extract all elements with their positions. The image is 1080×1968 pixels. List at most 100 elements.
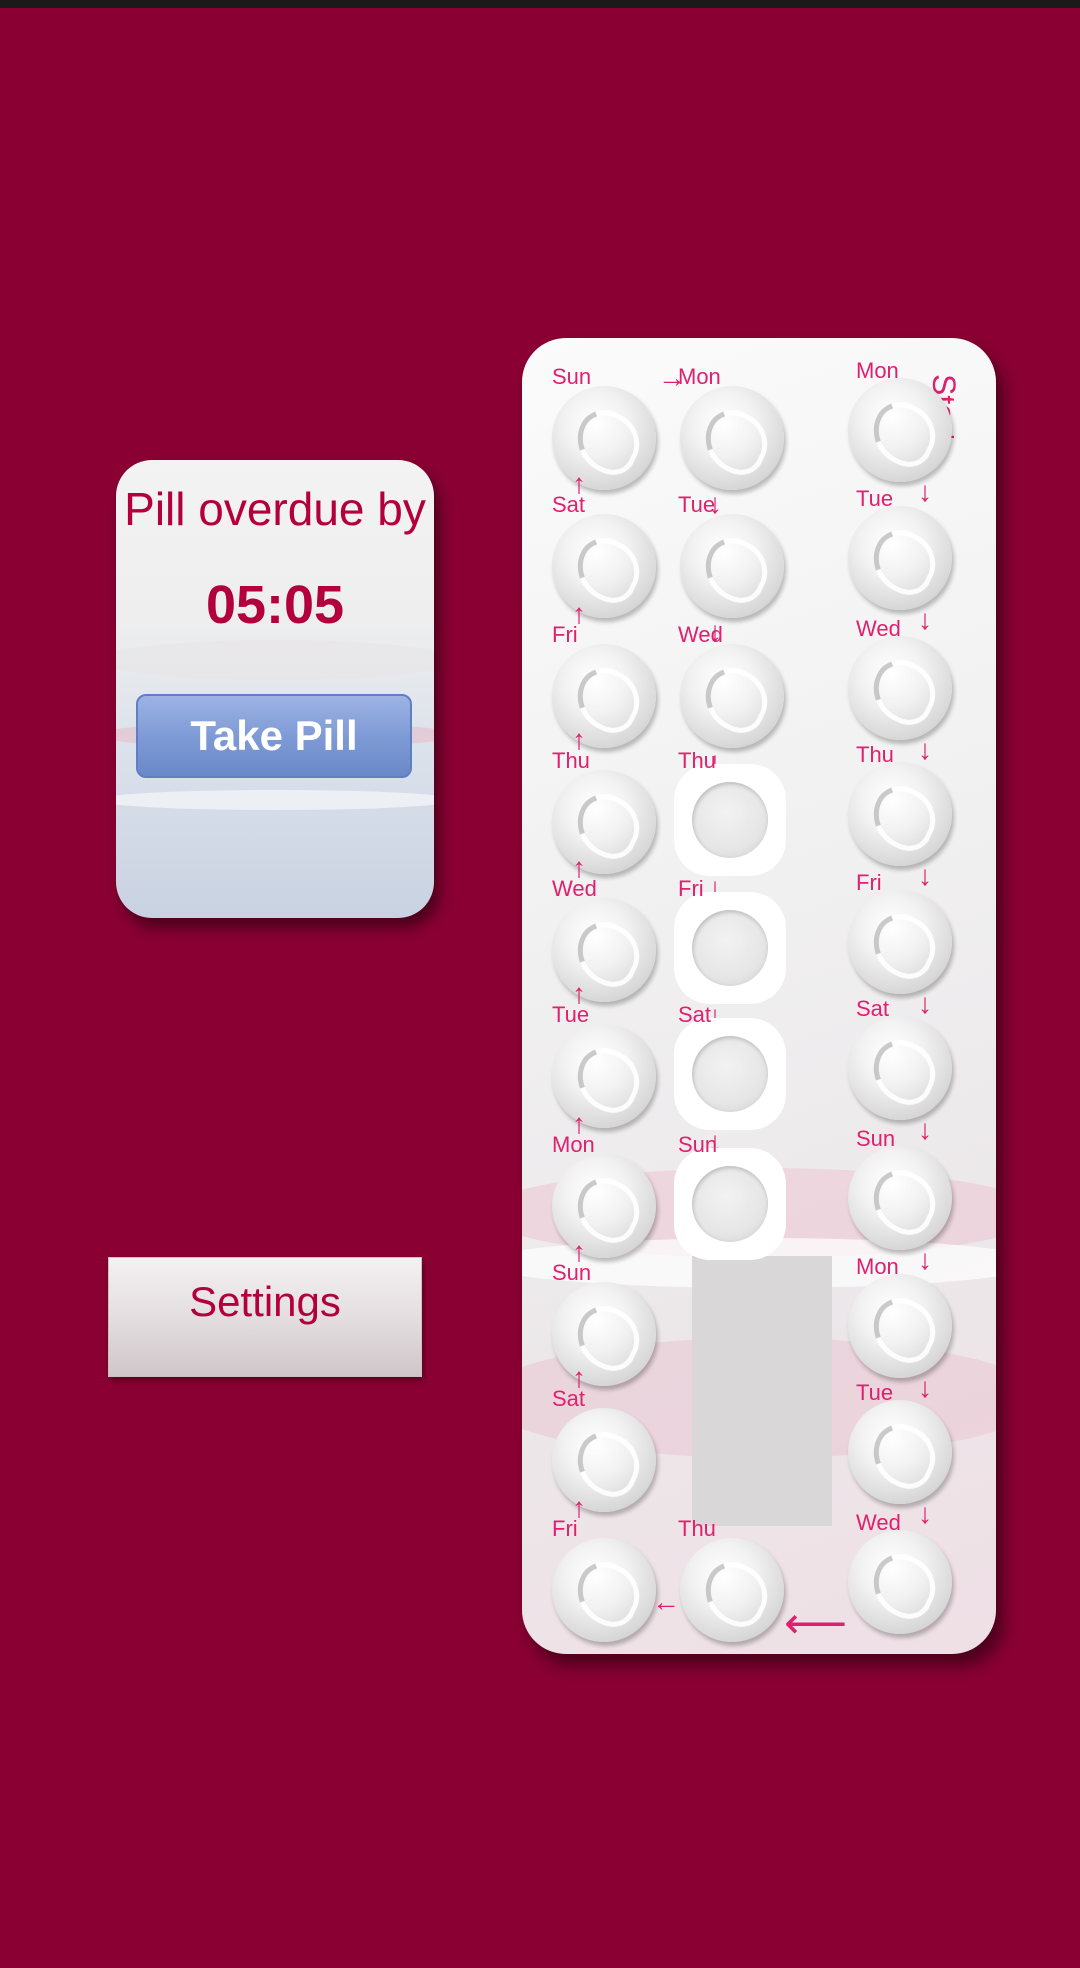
day-label: Mon [856, 358, 899, 383]
arrow-left-icon: ⟵ [784, 1599, 848, 1648]
pill-slot[interactable] [552, 514, 656, 618]
pill-icon [552, 644, 656, 748]
settings-button[interactable]: Settings [108, 1257, 422, 1377]
pill-icon [552, 770, 656, 874]
day-label: Sun [678, 1132, 718, 1157]
pill-slot[interactable] [848, 890, 952, 994]
pill-slot[interactable] [848, 1274, 952, 1378]
pill-slot[interactable] [552, 1408, 656, 1512]
arrow-left-icon: ← [652, 1586, 680, 1617]
pill-emblem-icon [694, 659, 778, 741]
arrow-up-icon: ↑ [572, 724, 586, 755]
day-label: Tue [856, 1380, 894, 1405]
pill-icon [848, 762, 952, 866]
pill-icon [848, 890, 952, 994]
pill-slot[interactable] [680, 386, 784, 490]
pill-slot[interactable] [848, 378, 952, 482]
pill-slot[interactable] [848, 1016, 952, 1120]
pill-icon [848, 1530, 952, 1634]
pill-slot[interactable] [552, 770, 656, 874]
pill-slot[interactable] [848, 1530, 952, 1634]
day-label: Mon [856, 1254, 899, 1279]
pill-slot[interactable] [680, 644, 784, 748]
pill-slot[interactable] [552, 1154, 656, 1258]
pill-emblem-icon [862, 1545, 946, 1627]
arrow-down-icon: ↓ [918, 1114, 932, 1145]
pill-slot[interactable] [848, 762, 952, 866]
pill-icon [552, 386, 656, 490]
pill-icon [680, 386, 784, 490]
pill-slot[interactable] [552, 1538, 656, 1642]
arrow-down-icon: ↓ [918, 1372, 932, 1403]
pill-icon [552, 514, 656, 618]
day-label: Sat [856, 996, 890, 1021]
day-label: Wed [856, 616, 901, 641]
pill-icon [848, 506, 952, 610]
arrow-down-icon: ↓ [918, 476, 932, 507]
day-label: Wed [678, 622, 723, 647]
arrow-down-icon: ↓ [918, 734, 932, 765]
pill-icon [848, 1146, 952, 1250]
pill-emblem-icon [566, 1553, 650, 1635]
take-pill-button[interactable]: Take Pill [136, 694, 412, 778]
pill-pack: Start ⟵ SunSat↑Fri↑Thu↑Wed↑Tue↑Mon↑Sun↑S… [522, 338, 996, 1654]
overdue-label: Pill overdue by [124, 483, 426, 535]
pill-icon [552, 1408, 656, 1512]
arrow-up-icon: ↑ [572, 1108, 586, 1139]
empty-blister-icon [692, 910, 768, 986]
pill-emblem-icon [694, 401, 778, 483]
empty-blister-icon [692, 1166, 768, 1242]
pill-icon [552, 1024, 656, 1128]
day-label: Sat [678, 1002, 712, 1027]
pill-emblem-icon [862, 1415, 946, 1497]
pill-slot[interactable] [674, 1018, 786, 1130]
day-label: Sun [552, 364, 592, 389]
pill-icon [552, 898, 656, 1002]
decorative-wave [116, 640, 434, 680]
taken-slot [674, 1018, 786, 1130]
pill-icon [848, 1274, 952, 1378]
pill-emblem-icon [694, 529, 778, 611]
pill-slot[interactable] [552, 644, 656, 748]
day-label: Fri [856, 870, 882, 895]
arrow-up-icon: ↑ [572, 1492, 586, 1523]
arrow-down-icon: ↓ [918, 988, 932, 1019]
arrow-down-icon: ↓ [918, 1244, 932, 1275]
pill-slot[interactable] [674, 764, 786, 876]
arrow-up-icon: ↑ [572, 1362, 586, 1393]
empty-blister-icon [692, 782, 768, 858]
arrow-up-icon: ↑ [572, 1236, 586, 1267]
pill-icon [680, 1538, 784, 1642]
arrow-down-icon: ↓ [918, 604, 932, 635]
pill-slot[interactable] [680, 1538, 784, 1642]
day-label: Tue [678, 492, 716, 517]
day-label: Thu [856, 742, 894, 767]
pill-emblem-icon [862, 393, 946, 475]
pill-slot[interactable] [674, 1148, 786, 1260]
arrow-up-icon: ↑ [572, 468, 586, 499]
pill-slot[interactable] [848, 1146, 952, 1250]
pill-slot[interactable] [552, 1024, 656, 1128]
day-label: Fri [678, 876, 704, 901]
pill-slot[interactable] [848, 1400, 952, 1504]
pill-icon [848, 636, 952, 740]
taken-slot [674, 764, 786, 876]
pill-icon [680, 514, 784, 618]
pill-slot[interactable] [680, 514, 784, 618]
pill-slot[interactable] [552, 1282, 656, 1386]
pill-slot[interactable] [552, 386, 656, 490]
day-label: Thu [678, 1516, 716, 1541]
pill-slot[interactable] [552, 898, 656, 1002]
overdue-timer: 05:05 [205, 575, 345, 635]
day-label: Sun [856, 1126, 896, 1151]
pill-icon [848, 1016, 952, 1120]
empty-blister-icon [692, 1036, 768, 1112]
pill-slot[interactable] [848, 506, 952, 610]
arrow-up-icon: ↑ [572, 598, 586, 629]
pill-emblem-icon [694, 1553, 778, 1635]
pill-icon [552, 1154, 656, 1258]
pill-slot[interactable] [848, 636, 952, 740]
pill-icon [552, 1282, 656, 1386]
arrow-down-icon: ↓ [918, 1498, 932, 1529]
pill-slot[interactable] [674, 892, 786, 1004]
